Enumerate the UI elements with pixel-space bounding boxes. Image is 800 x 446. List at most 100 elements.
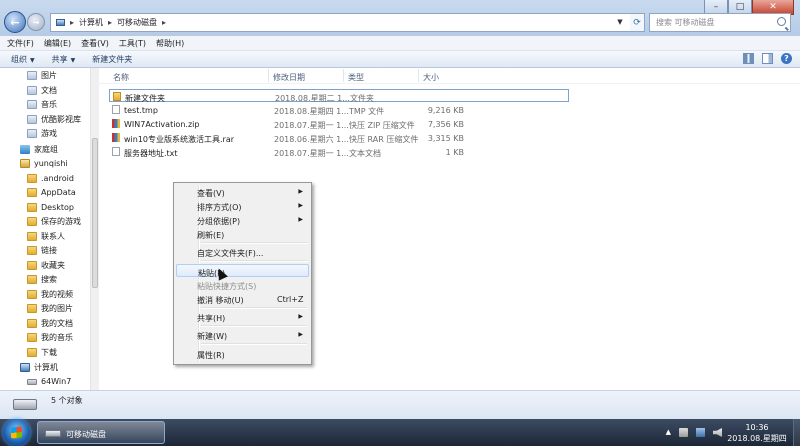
menu-item-customize[interactable]: 自定义文件夹(F)...: [176, 245, 309, 258]
nav-item-downloads[interactable]: 下载: [27, 346, 57, 359]
nav-label: 联系人: [41, 232, 65, 241]
nav-label: 游戏: [41, 129, 57, 138]
nav-item-my-videos[interactable]: 我的视频: [27, 288, 73, 301]
menu-item-paste[interactable]: 粘贴(P): [176, 264, 309, 278]
menu-item-properties[interactable]: 属性(R): [176, 347, 309, 360]
breadcrumb-removable-disk[interactable]: 可移动磁盘: [117, 17, 157, 28]
menu-item-new[interactable]: 新建(W) ▶: [176, 328, 309, 341]
column-date[interactable]: 修改日期: [268, 69, 305, 83]
clock-time: 10:36: [745, 423, 769, 432]
clock-date: 2018.08.星期四: [727, 434, 787, 443]
breadcrumb-separator-icon: ▸: [70, 18, 75, 27]
show-hidden-icons-icon[interactable]: ▲: [666, 428, 671, 437]
column-headers: 名称 修改日期 类型 大小: [99, 68, 800, 84]
nav-item-64win7[interactable]: 64Win7: [27, 375, 71, 388]
nav-item-user[interactable]: yunqishi: [20, 157, 68, 170]
nav-item-documents[interactable]: 文档: [27, 84, 57, 97]
start-button[interactable]: [3, 419, 30, 446]
nav-label: 搜索: [41, 275, 57, 284]
preview-pane-icon[interactable]: [762, 53, 773, 64]
menu-item-refresh[interactable]: 刷新(E): [176, 227, 309, 240]
nav-item-favorites[interactable]: 收藏夹: [27, 259, 65, 272]
nav-item-my-documents[interactable]: 我的文档: [27, 317, 73, 330]
help-icon[interactable]: ?: [781, 53, 792, 64]
menu-item-group[interactable]: 分组依据(P) ▶: [176, 213, 309, 226]
file-icon: [112, 105, 120, 114]
view-options-icon[interactable]: [743, 53, 754, 64]
organize-button[interactable]: 组织 ▼: [11, 54, 35, 65]
file-type: 快压 RAR 压缩文件: [349, 135, 419, 144]
library-icon: [27, 86, 37, 95]
forward-button[interactable]: →: [27, 13, 45, 31]
file-date: 2018.07.星期一 1...: [274, 149, 349, 158]
volume-icon[interactable]: [713, 428, 722, 437]
new-folder-button[interactable]: 新建文件夹: [92, 54, 132, 65]
column-size[interactable]: 大小: [418, 69, 439, 83]
breadcrumb-computer[interactable]: 计算机: [79, 17, 103, 28]
nav-item-appdata[interactable]: AppData: [27, 186, 76, 199]
drive-icon: [27, 378, 37, 385]
menu-view[interactable]: 查看(V): [81, 38, 109, 49]
network-icon[interactable]: [696, 428, 705, 437]
file-row[interactable]: win10专业版系统激活工具.rar 2018.06.星期六 1... 快压 R…: [109, 131, 569, 144]
folder-icon: [27, 348, 37, 357]
nav-item-android[interactable]: .android: [27, 172, 74, 185]
nav-item-saved-games[interactable]: 保存的游戏: [27, 215, 81, 228]
menu-item-sort[interactable]: 排序方式(O) ▶: [176, 199, 309, 212]
menu-file[interactable]: 文件(F): [7, 38, 34, 49]
column-type[interactable]: 类型: [343, 69, 364, 83]
nav-label: 链接: [41, 246, 57, 255]
menu-item-undo[interactable]: 撤消 移动(U) Ctrl+Z: [176, 292, 309, 305]
address-dropdown-icon[interactable]: ▼: [612, 13, 628, 30]
nav-item-searches[interactable]: 搜索: [27, 273, 57, 286]
clock[interactable]: 10:36 2018.08.星期四: [722, 422, 792, 444]
nav-item-homegroup[interactable]: 家庭组: [20, 143, 58, 156]
share-button[interactable]: 共享 ▼: [52, 54, 76, 65]
menu-help[interactable]: 帮助(H): [156, 38, 184, 49]
back-button[interactable]: ←: [4, 11, 26, 33]
navigation-scrollbar[interactable]: [90, 68, 99, 390]
menu-tools[interactable]: 工具(T): [119, 38, 146, 49]
scrollbar-thumb[interactable]: [92, 138, 98, 288]
nav-item-desktop[interactable]: Desktop: [27, 201, 74, 214]
nav-item-links[interactable]: 链接: [27, 244, 57, 257]
file-name: WIN7Activation.zip: [124, 120, 200, 129]
file-type: 文本文档: [349, 149, 381, 158]
column-name[interactable]: 名称: [113, 72, 129, 83]
nav-item-my-music[interactable]: 我的音乐: [27, 331, 73, 344]
file-row[interactable]: WIN7Activation.zip 2018.07.星期一 1... 快压 Z…: [109, 117, 569, 130]
nav-item-computer[interactable]: 计算机: [20, 361, 58, 374]
file-date: 2018.06.星期六 1...: [274, 135, 349, 144]
menu-item-share[interactable]: 共享(H) ▶: [176, 310, 309, 323]
breadcrumb-separator-icon: ▸: [162, 18, 167, 27]
menu-item-view[interactable]: 查看(V) ▶: [176, 185, 309, 198]
action-center-icon[interactable]: [679, 428, 688, 437]
nav-item-games[interactable]: 游戏: [27, 127, 57, 140]
nav-label: 我的视频: [41, 290, 73, 299]
context-menu: 查看(V) ▶ 排序方式(O) ▶ 分组依据(P) ▶ 刷新(E) 自定义文件夹(F)…: [173, 182, 312, 365]
nav-item-youku[interactable]: 优酷影视库: [27, 113, 81, 126]
nav-item-contacts[interactable]: 联系人: [27, 230, 65, 243]
nav-item-music[interactable]: 音乐: [27, 98, 57, 111]
address-bar[interactable]: ▸ 计算机 ▸ 可移动磁盘 ▸: [50, 13, 632, 32]
menu-edit[interactable]: 编辑(E): [44, 38, 71, 49]
file-row[interactable]: 新建文件夹 2018.08.星期二 1... 文件夹: [109, 89, 569, 103]
search-input[interactable]: 搜索 可移动磁盘: [649, 13, 791, 32]
file-size: 3,315 KB: [427, 134, 464, 143]
search-icon[interactable]: [777, 17, 786, 26]
refresh-icon[interactable]: ⟳: [630, 13, 645, 32]
menu-bar: 文件(F) 编辑(E) 查看(V) 工具(T) 帮助(H): [0, 36, 800, 51]
menu-item-paste-shortcut[interactable]: 粘贴快捷方式(S): [176, 278, 309, 291]
file-row[interactable]: test.tmp 2018.08.星期四 1... TMP 文件 9,216 K…: [109, 103, 569, 116]
show-desktop-button[interactable]: [793, 419, 800, 446]
menu-label: 查看(V): [197, 189, 225, 198]
nav-label: 收藏夹: [41, 261, 65, 270]
folder-icon: [27, 290, 37, 299]
taskbar-window-button[interactable]: 可移动磁盘: [37, 421, 165, 444]
file-row[interactable]: 服务器地址.txt 2018.07.星期一 1... 文本文档 1 KB: [109, 145, 569, 158]
nav-item-my-pictures[interactable]: 我的图片: [27, 302, 73, 315]
nav-label: 家庭组: [34, 145, 58, 154]
nav-label: 下载: [41, 348, 57, 357]
nav-item-pictures[interactable]: 图片: [27, 69, 57, 82]
nav-label: 我的音乐: [41, 333, 73, 342]
